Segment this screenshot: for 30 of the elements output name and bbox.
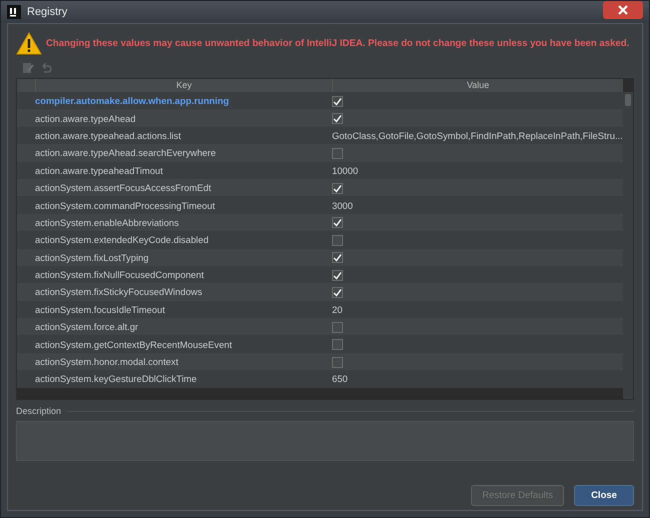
registry-key[interactable]: action.aware.typeaheadTimout (35, 164, 331, 176)
checkbox[interactable] (332, 356, 343, 368)
app-icon (7, 5, 21, 19)
checkbox[interactable] (332, 252, 343, 264)
registry-value[interactable]: 10000 (332, 164, 358, 176)
checkbox[interactable] (332, 217, 343, 228)
checkbox[interactable] (332, 234, 343, 246)
scrollbar-thumb[interactable] (625, 94, 631, 106)
warning-icon (16, 32, 42, 54)
checkbox[interactable] (332, 113, 343, 124)
checkbox[interactable] (332, 270, 343, 281)
checkbox[interactable] (332, 182, 343, 194)
window-title: Registry (27, 6, 68, 18)
checkbox[interactable] (332, 287, 343, 298)
registry-key[interactable]: actionSystem.focusIdleTimeout (35, 304, 331, 315)
warning-message: Changing these values may cause unwanted behavior of IntelliJ IDEA. Please do not change these unless you have been asked. (46, 38, 630, 48)
registry-value[interactable]: 3000 (332, 200, 353, 211)
registry-value[interactable]: 20 (332, 304, 342, 315)
dialog-button[interactable]: Close (574, 485, 634, 506)
checkbox[interactable] (332, 96, 343, 107)
checkbox[interactable] (332, 322, 343, 333)
checkbox[interactable] (332, 148, 343, 159)
registry-value[interactable]: 650 (332, 373, 348, 384)
registry-key[interactable]: actionSystem.commandProcessingTimeout (35, 200, 331, 211)
registry-key[interactable]: action.aware.typeahead.actions.list (35, 130, 331, 141)
registry-key[interactable]: actionSystem.keyGestureDblClickTime (35, 373, 331, 384)
checkbox[interactable] (332, 339, 343, 350)
close-icon[interactable] (603, 1, 643, 19)
description-label: Description (16, 406, 62, 416)
registry-value[interactable]: GotoClass,GotoFile,GotoSymbol,FindInPath,ReplaceInPath,FileStru... (332, 130, 623, 141)
